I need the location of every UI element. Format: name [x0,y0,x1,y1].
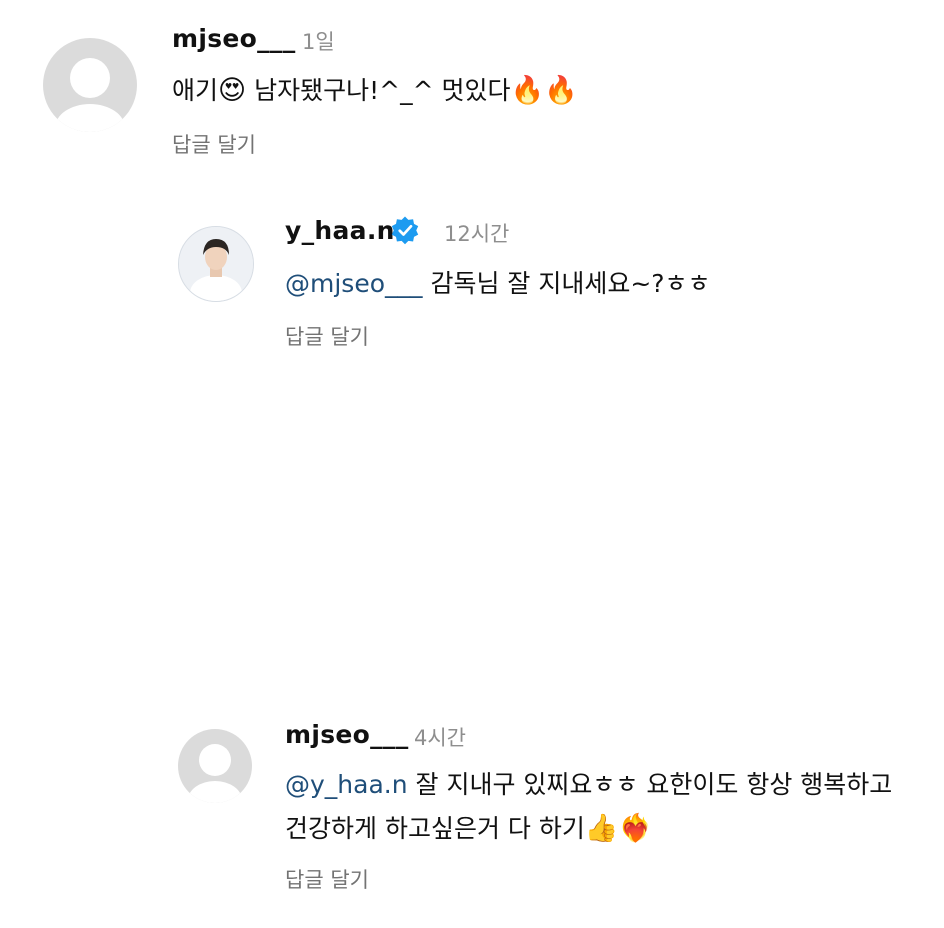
comment-username[interactable]: mjseo___ [172,24,296,53]
comments-thread: mjseo___ 1일 애기😍 남자됐구나!^_^ 멋있다🔥🔥 답글 달기 y_… [0,0,944,928]
avatar[interactable] [178,226,254,302]
mention-link[interactable]: @mjseo___ [285,269,423,298]
thumbs-up-heart-on-fire-icon: 👍❤️‍🔥 [584,813,653,844]
comment-text: 애기😍 남자됐구나!^_^ 멋있다🔥🔥 [172,68,578,114]
comment-username[interactable]: y_haa.n [285,216,395,245]
comment-text-part: 애기 [172,76,219,105]
comment-username[interactable]: mjseo___ [285,720,409,749]
comment-text: @mjseo___ 감독님 잘 지내세요~?ㅎㅎ [285,261,711,307]
profile-photo [179,227,253,301]
smiling-heart-eyes-icon: 😍 [218,75,247,106]
comment-text-line: 건강하게 하고싶은거 다 하기👍❤️‍🔥 [285,806,652,852]
reply-button[interactable]: 답글 달기 [285,321,369,351]
avatar[interactable] [43,38,137,132]
comment-text-part: 잘 지내구 있찌요ㅎㅎ 요한이도 항상 행복하고 [407,770,893,799]
comment-text-part: 건강하게 하고싶은거 다 하기 [285,814,585,843]
comment-text-part: 남자됐구나!^_^ 멋있다 [246,76,511,105]
avatar[interactable] [178,729,252,803]
comment-text: @y_haa.n 잘 지내구 있찌요ㅎㅎ 요한이도 항상 행복하고 [285,762,892,808]
reply-button[interactable]: 답글 달기 [172,129,256,159]
comment-text-part: 감독님 잘 지내세요~?ㅎㅎ [422,269,711,298]
comment-timestamp: 4시간 [414,726,467,750]
verified-badge-icon [391,216,419,245]
comment-timestamp: 1일 [302,30,335,54]
fire-icon: 🔥🔥 [510,75,578,106]
comment-timestamp: 12시간 [444,222,510,246]
mention-link[interactable]: @y_haa.n [285,770,408,799]
reply-button[interactable]: 답글 달기 [285,864,369,894]
